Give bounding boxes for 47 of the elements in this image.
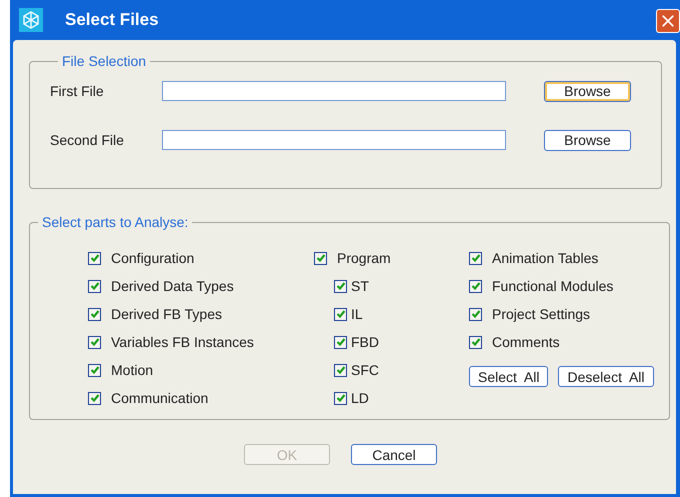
checkbox-label[interactable]: Program (337, 250, 391, 266)
checkbox[interactable] (88, 308, 101, 320)
close-icon (661, 14, 675, 28)
checkbox[interactable] (314, 252, 327, 264)
checkbox[interactable] (88, 336, 101, 348)
checkbox-label[interactable]: Derived FB Types (111, 306, 222, 322)
field-label: First File (50, 83, 105, 99)
checkbox-label[interactable]: Animation Tables (492, 250, 598, 266)
checkbox-label[interactable]: Configuration (111, 250, 194, 266)
checkbox-label[interactable]: Comments (492, 334, 560, 350)
checkbox-label[interactable]: Communication (111, 390, 208, 406)
checkbox-label[interactable]: IL (351, 306, 363, 322)
checkbox[interactable] (334, 280, 347, 292)
browse-button[interactable]: Browse (544, 130, 631, 150)
browse-button[interactable]: Browse (544, 80, 631, 102)
checkbox-label[interactable]: LD (351, 390, 369, 406)
group-title: File Selection (61, 53, 148, 69)
group-title: Select parts to Analyse: (41, 214, 190, 230)
checkbox-label[interactable]: FBD (351, 334, 379, 350)
checkbox[interactable] (469, 252, 482, 264)
checkbox-label[interactable]: ST (351, 278, 369, 294)
checkbox-label[interactable]: Motion (111, 362, 154, 378)
checkbox[interactable] (88, 280, 101, 292)
selection-button[interactable]: Select All (469, 366, 548, 387)
field-label: Second File (50, 132, 125, 148)
checkbox[interactable] (469, 308, 482, 320)
close-button[interactable] (656, 9, 680, 33)
checkbox[interactable] (469, 336, 482, 348)
checkbox-label[interactable]: Functional Modules (492, 278, 614, 294)
checkbox[interactable] (334, 336, 347, 348)
checkbox[interactable] (88, 252, 101, 264)
checkbox-label[interactable]: SFC (351, 362, 379, 378)
checkbox-label[interactable]: Variables FB Instances (111, 334, 254, 350)
checkbox[interactable] (88, 392, 101, 404)
dialog-button[interactable]: Cancel (351, 444, 437, 465)
selection-button[interactable]: Deselect All (558, 366, 654, 387)
file-path-field[interactable] (162, 81, 506, 101)
checkbox[interactable] (334, 364, 347, 376)
checkbox-label[interactable]: Derived Data Types (111, 278, 234, 294)
checkbox-label[interactable]: Project Settings (492, 306, 590, 322)
window-title: Select Files (65, 10, 159, 30)
checkbox[interactable] (334, 308, 347, 320)
checkbox[interactable] (469, 280, 482, 292)
app-icon (19, 8, 43, 32)
checkbox[interactable] (334, 392, 347, 404)
checkbox[interactable] (88, 364, 101, 376)
file-path-field[interactable] (162, 130, 506, 150)
